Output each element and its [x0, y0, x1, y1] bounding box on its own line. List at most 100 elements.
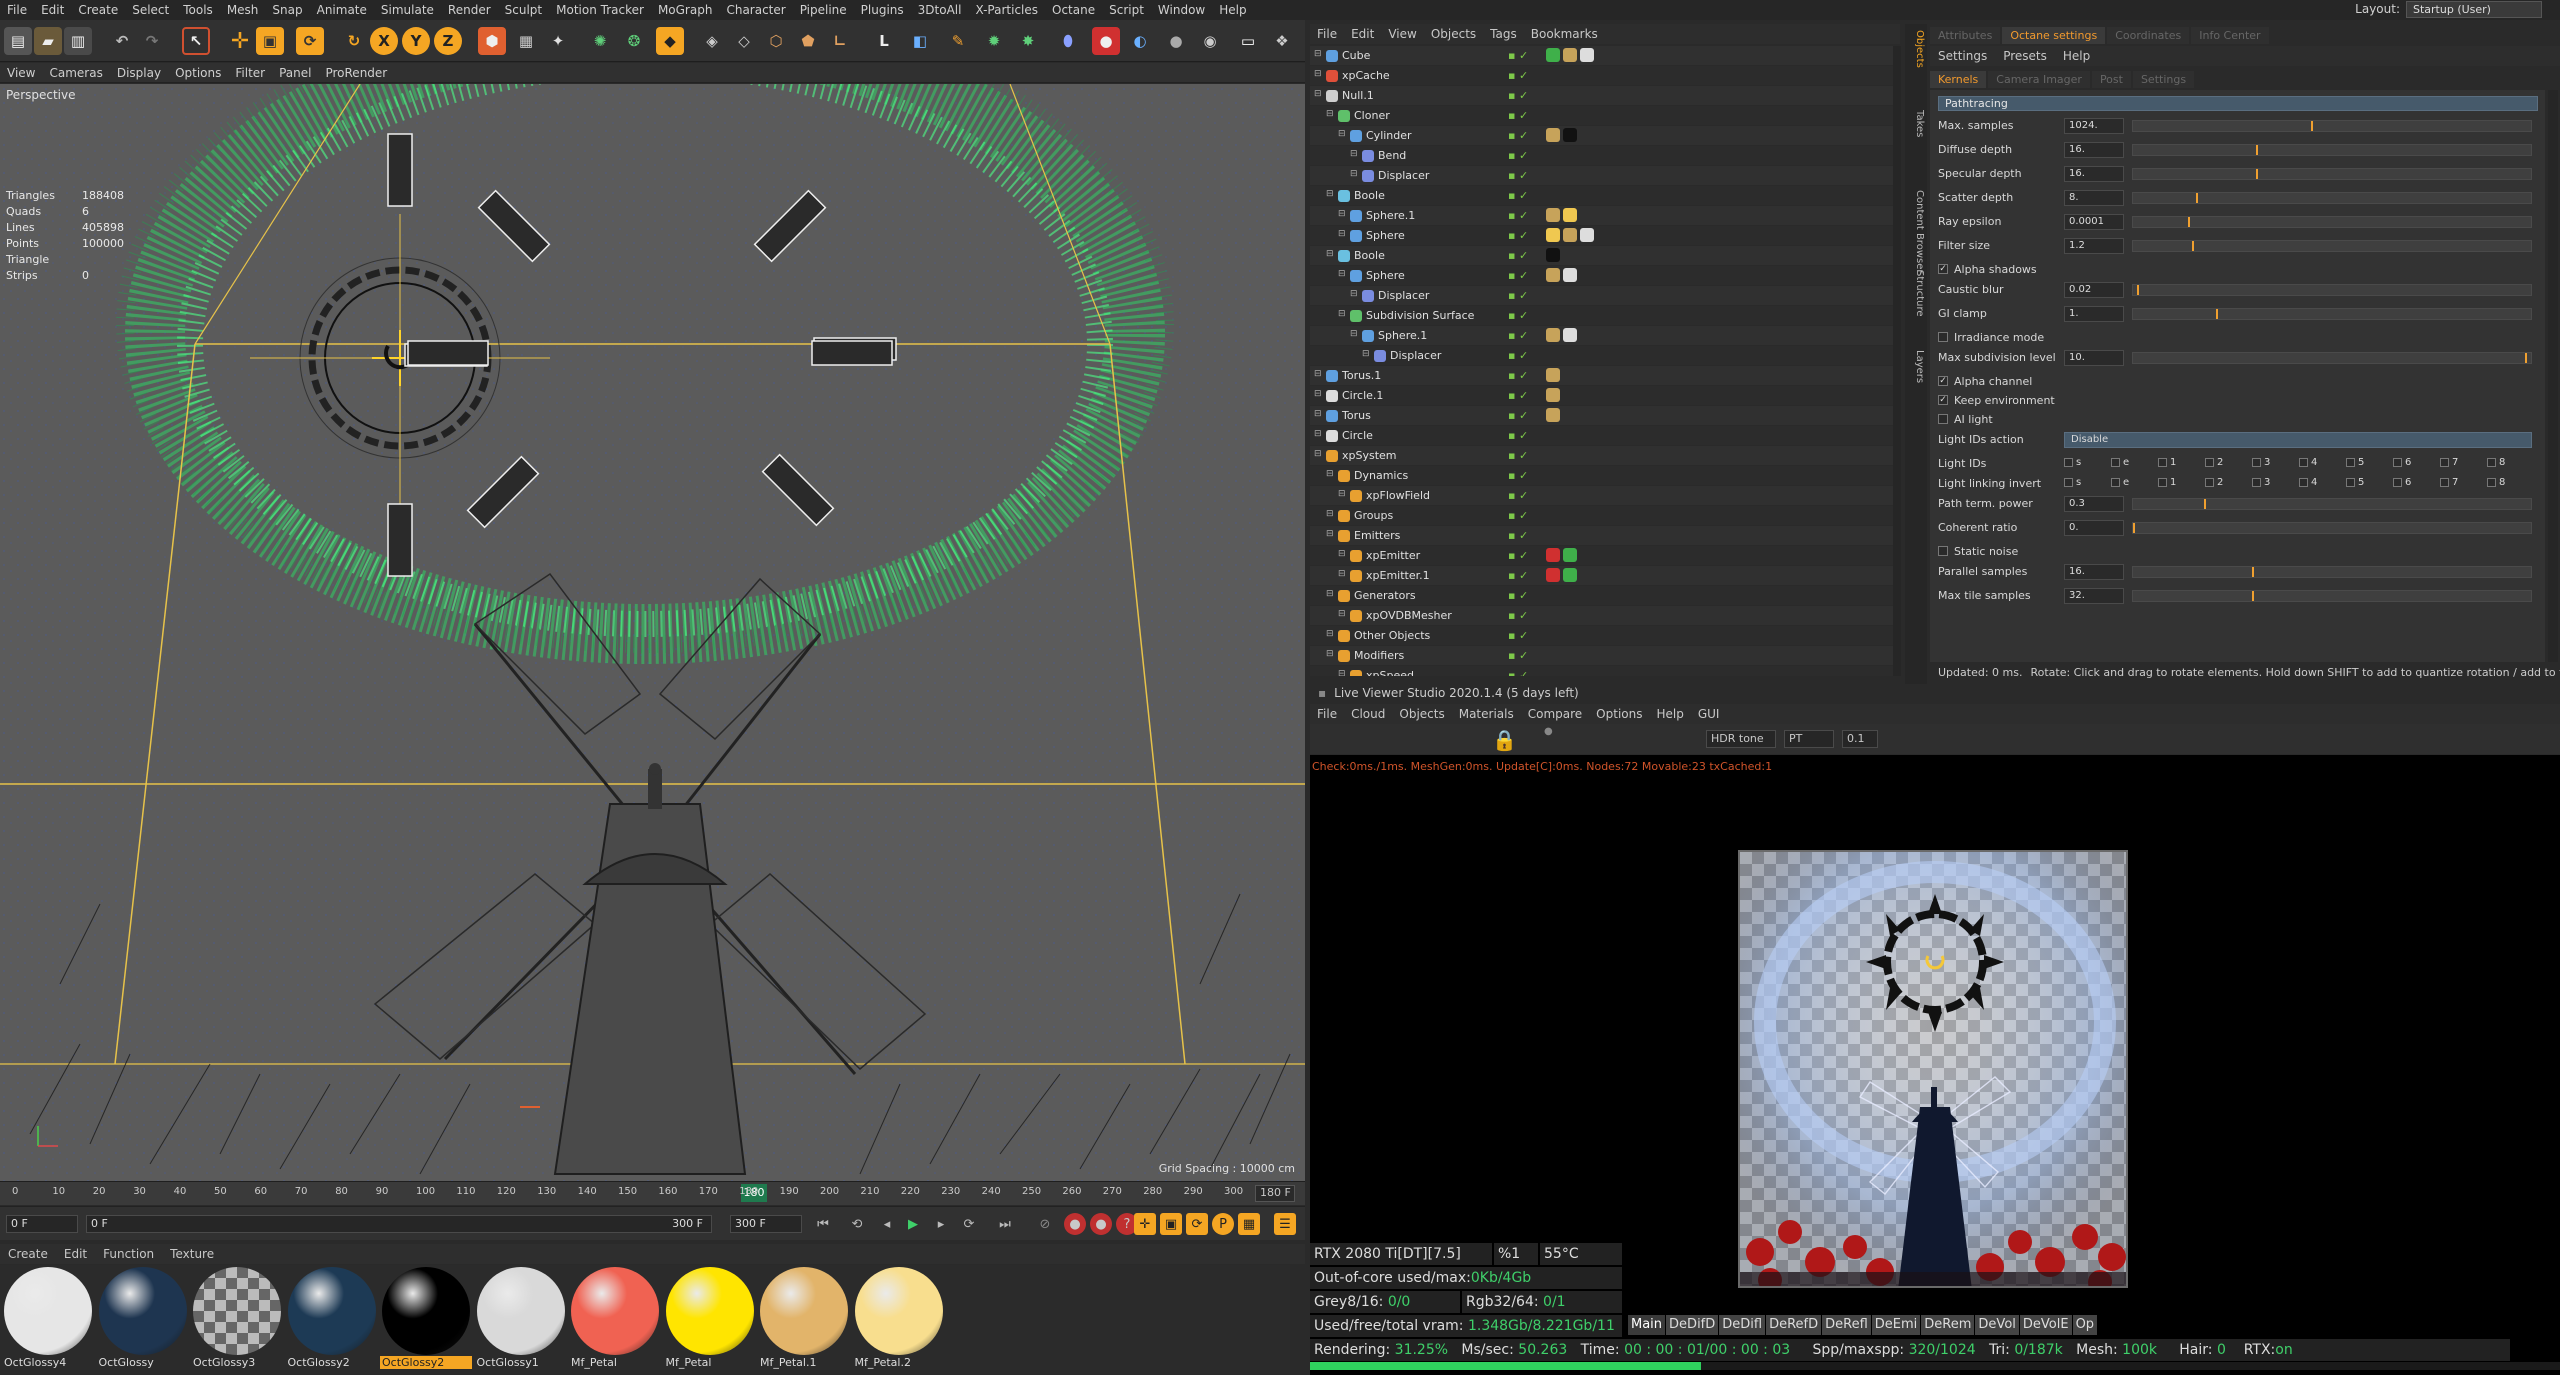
expand-toggle-icon[interactable]: ⊟ [1338, 669, 1346, 676]
lv-menu-materials[interactable]: Materials [1452, 707, 1521, 721]
record-key-icon[interactable]: ● [1064, 1213, 1086, 1235]
deformer-icon[interactable]: ⬡ [762, 27, 790, 55]
object-row-displacer[interactable]: ⊟ Displacer ▪ ✓ [1310, 286, 1900, 306]
menu-render[interactable]: Render [441, 3, 498, 17]
pin-icon[interactable]: ● [1544, 726, 1553, 737]
side-tab-objects[interactable]: Objects [1907, 30, 1925, 68]
object-row-boole[interactable]: ⊟ Boole ▪ ✓ [1310, 186, 1900, 206]
param-slider-handle[interactable] [2311, 121, 2313, 131]
expand-toggle-icon[interactable]: ⊟ [1338, 569, 1346, 579]
light-id-checkbox[interactable] [2111, 458, 2120, 467]
lv-menu-cloud[interactable]: Cloud [1344, 707, 1392, 721]
axis-y-toggle[interactable]: Y [402, 27, 430, 55]
object-tag-icon[interactable] [1563, 328, 1577, 342]
expand-toggle-icon[interactable]: ⊟ [1314, 389, 1322, 399]
object-row-sphere-1[interactable]: ⊟ Sphere.1 ▪ ✓ [1310, 326, 1900, 346]
lv-menu-objects[interactable]: Objects [1392, 707, 1451, 721]
object-row-xpovdbmesher[interactable]: ⊟ xpOVDBMesher ▪ ✓ [1310, 606, 1900, 626]
visibility-check-icon[interactable]: ▪ ✓ [1508, 209, 1538, 223]
param-slider[interactable] [2132, 566, 2532, 578]
object-row-circle-1[interactable]: ⊟ Circle.1 ▪ ✓ [1310, 386, 1900, 406]
timeline-end-field[interactable]: 180 F [1255, 1185, 1295, 1202]
param-slider[interactable] [2132, 120, 2532, 132]
visibility-check-icon[interactable]: ▪ ✓ [1508, 669, 1538, 676]
light-id-toggle[interactable]: 1 [2158, 457, 2205, 468]
param-slider-handle[interactable] [2216, 309, 2218, 319]
light-id-toggle[interactable]: 8 [2487, 477, 2534, 488]
kernel-mode-dropdown[interactable]: PT [1784, 730, 1834, 748]
om-menu-objects[interactable]: Objects [1424, 27, 1483, 41]
light-id-checkbox[interactable] [2299, 458, 2308, 467]
menu-simulate[interactable]: Simulate [374, 3, 441, 17]
play-icon[interactable]: ▶ [902, 1213, 924, 1235]
param-value-field[interactable]: 32. [2064, 588, 2124, 604]
render-pass-dedifd[interactable]: DeDifD [1666, 1315, 1719, 1335]
expand-toggle-icon[interactable]: ⊟ [1314, 89, 1322, 99]
lv-menu-options[interactable]: Options [1589, 707, 1649, 721]
object-row-other-objects[interactable]: ⊟ Other Objects ▪ ✓ [1310, 626, 1900, 646]
visibility-check-icon[interactable]: ▪ ✓ [1508, 649, 1538, 663]
object-row-bend[interactable]: ⊟ Bend ▪ ✓ [1310, 146, 1900, 166]
object-row-dynamics[interactable]: ⊟ Dynamics ▪ ✓ [1310, 466, 1900, 486]
material-swatch[interactable]: Mf_Petal [664, 1267, 756, 1372]
move-key-icon[interactable]: ✛ [1134, 1213, 1156, 1235]
goto-end-icon[interactable]: ⏭ [994, 1213, 1016, 1235]
light-id-checkbox[interactable] [2205, 478, 2214, 487]
expand-toggle-icon[interactable]: ⊟ [1326, 649, 1334, 659]
render-view-icon[interactable]: ✦ [544, 27, 572, 55]
visibility-check-icon[interactable]: ▪ ✓ [1508, 89, 1538, 103]
light-id-checkbox[interactable] [2299, 478, 2308, 487]
pla-key-icon[interactable]: ▦ [1238, 1213, 1260, 1235]
coordinate-system-icon[interactable]: ⬢ [478, 27, 506, 55]
light-id-checkbox[interactable] [2393, 478, 2402, 487]
prev-key-icon[interactable]: ⟲ [846, 1213, 868, 1235]
next-frame-icon[interactable]: ▸ [930, 1213, 952, 1235]
expand-toggle-icon[interactable]: ⊟ [1338, 489, 1346, 499]
material-menu-create[interactable]: Create [0, 1247, 56, 1261]
lv-menu-help[interactable]: Help [1649, 707, 1690, 721]
expand-toggle-icon[interactable]: ⊟ [1338, 609, 1346, 619]
param-checkbox[interactable] [1938, 414, 1948, 424]
render-pass-main[interactable]: Main [1628, 1315, 1666, 1335]
object-row-sphere[interactable]: ⊟ Sphere ▪ ✓ [1310, 226, 1900, 246]
light-id-toggle[interactable]: 3 [2252, 477, 2299, 488]
object-manager-scrollbar[interactable] [1893, 46, 1901, 676]
light-id-toggle[interactable]: s [2064, 477, 2111, 488]
visibility-check-icon[interactable]: ▪ ✓ [1508, 189, 1538, 203]
subtab-settings[interactable]: Settings [2132, 71, 2195, 88]
param-slider-handle[interactable] [2256, 169, 2258, 179]
om-menu-file[interactable]: File [1310, 27, 1344, 41]
overflow-icon[interactable]: ❖ [1268, 27, 1296, 55]
environment-icon[interactable]: ◉ [1196, 27, 1224, 55]
param-value-field[interactable]: 16. [2064, 564, 2124, 580]
param-slider[interactable] [2132, 498, 2532, 510]
menu-animate[interactable]: Animate [310, 3, 374, 17]
expand-toggle-icon[interactable]: ⊟ [1362, 349, 1370, 359]
param-slider-handle[interactable] [2188, 217, 2190, 227]
timeline-window-icon[interactable]: ☰ [1274, 1213, 1296, 1235]
expand-toggle-icon[interactable]: ⊟ [1338, 229, 1346, 239]
subtab-kernels[interactable]: Kernels [1930, 71, 1987, 88]
rotate-key-icon[interactable]: ⟳ [1186, 1213, 1208, 1235]
object-tag-icon[interactable] [1546, 388, 1560, 402]
object-row-sphere[interactable]: ⊟ Sphere ▪ ✓ [1310, 266, 1900, 286]
expand-toggle-icon[interactable]: ⊟ [1314, 69, 1322, 79]
light-id-checkbox[interactable] [2111, 478, 2120, 487]
object-row-cloner[interactable]: ⊟ Cloner ▪ ✓ [1310, 106, 1900, 126]
object-tag-icon[interactable] [1546, 228, 1560, 242]
material-swatch[interactable]: OctGlossy2 [380, 1267, 472, 1372]
object-tag-icon[interactable] [1563, 228, 1577, 242]
visibility-check-icon[interactable]: ▪ ✓ [1508, 429, 1538, 443]
menu-help[interactable]: Help [1212, 3, 1253, 17]
object-row-null-1[interactable]: ⊟ Null.1 ▪ ✓ [1310, 86, 1900, 106]
material-swatch[interactable]: Mf_Petal.1 [758, 1267, 850, 1372]
menu-script[interactable]: Script [1102, 3, 1151, 17]
expand-toggle-icon[interactable]: ⊟ [1338, 129, 1346, 139]
param-slider-handle[interactable] [2252, 591, 2254, 601]
perspective-viewport[interactable]: Perspective Triangles 188408 Quads 6 Lines 40… [0, 84, 1305, 1181]
visibility-check-icon[interactable]: ▪ ✓ [1508, 589, 1538, 603]
tone-mode-dropdown[interactable]: HDR tone [1706, 730, 1776, 748]
param-slider-handle[interactable] [2192, 241, 2194, 251]
autokey-icon[interactable]: ● [1090, 1213, 1112, 1235]
visibility-check-icon[interactable]: ▪ ✓ [1508, 369, 1538, 383]
